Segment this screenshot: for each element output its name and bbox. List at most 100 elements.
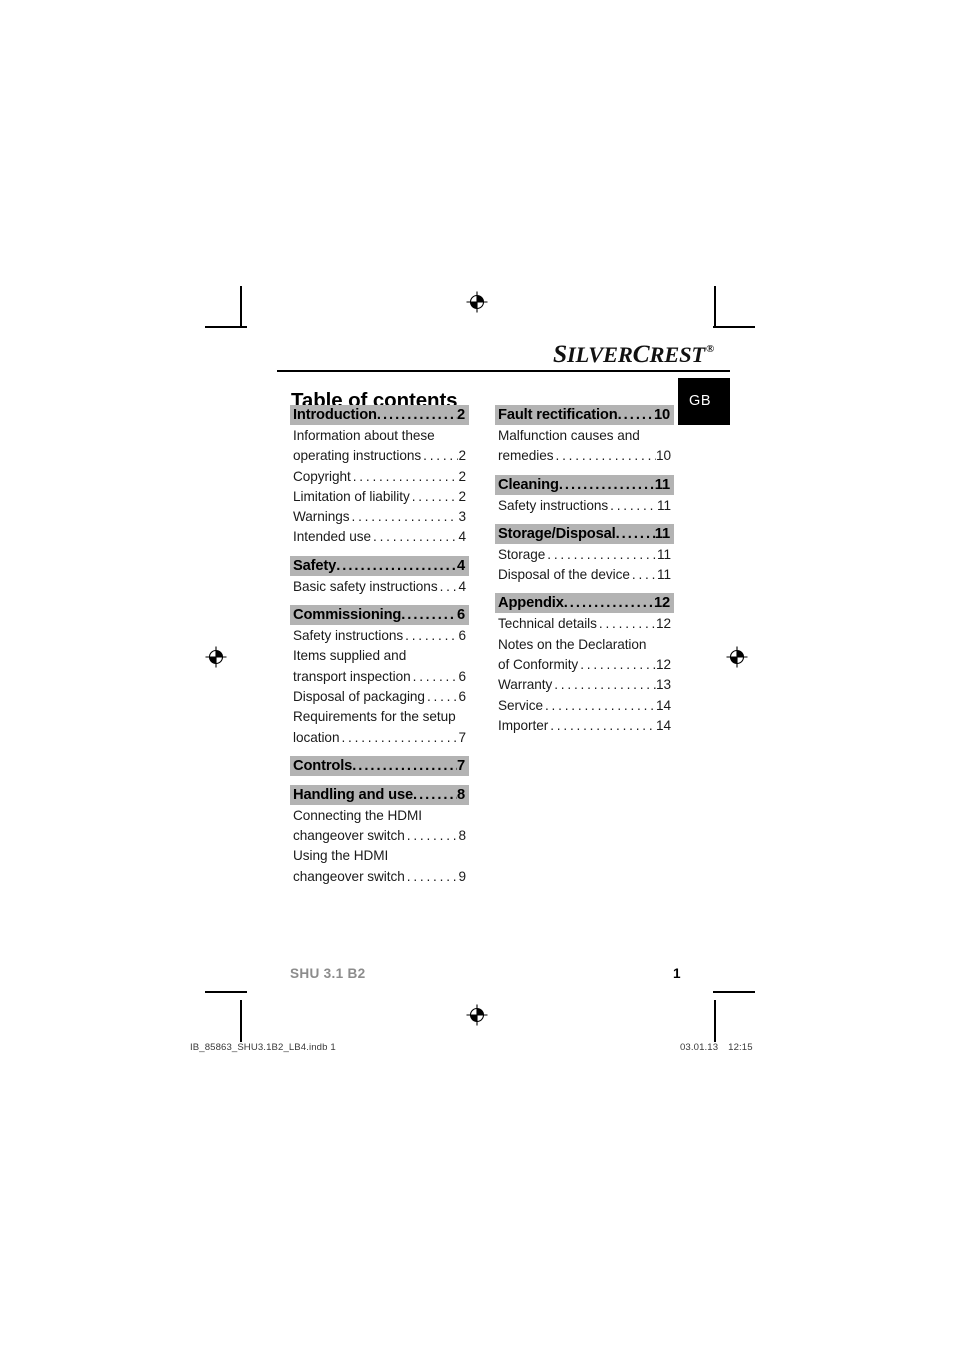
toc-entry-row: Safety instructions.....................…	[495, 496, 674, 516]
toc-section-heading-label: Fault rectification	[498, 407, 618, 423]
toc-section-heading-label: Handling and use	[293, 786, 414, 803]
toc-section: Storage/Disposal........................…	[495, 523, 674, 594]
imposition-timestamp: 03.01.13 12:15	[680, 1042, 753, 1053]
toc-dot-leader: ........................................	[631, 567, 657, 583]
footer-model-name: SHU 3.1 B2	[290, 966, 366, 981]
toc-entry[interactable]: Storage.................................…	[495, 545, 674, 565]
toc-entry-row: Intended use............................…	[290, 527, 469, 547]
toc-entry-label: changeover switch	[293, 868, 405, 884]
toc-section-heading[interactable]: Commissioning...........................…	[290, 605, 469, 626]
toc-entry-label: Safety instructions	[293, 628, 404, 644]
toc-entry-row: remedies................................…	[495, 446, 674, 466]
logo-text-ilver: ILVER	[566, 342, 633, 367]
toc-entry-page: 4	[458, 529, 466, 545]
toc-entry-label-line: Requirements for the setup	[293, 709, 456, 725]
toc-entry-row: location................................…	[290, 728, 469, 748]
toc-dot-leader: ........................................	[352, 468, 459, 484]
imposition-date-value: 03.01.13	[680, 1042, 719, 1053]
toc-section-heading[interactable]: Safety..................................…	[290, 555, 469, 576]
manual-page: SILVERCREST® GB Table of contents Introd…	[241, 302, 730, 1012]
toc-entry[interactable]: Disposal of packaging...................…	[290, 687, 469, 707]
toc-entry-page: 9	[458, 868, 466, 884]
toc-entry-label-line: Items supplied and	[293, 648, 407, 664]
toc-section-heading-label: Safety	[293, 557, 337, 574]
toc-entry[interactable]: Technical details.......................…	[495, 614, 674, 634]
toc-entry[interactable]: Safety instructions.....................…	[290, 626, 469, 646]
toc-entry[interactable]: Malfunction causes and remedies..........…	[495, 426, 674, 467]
toc-entry[interactable]: Information about these operating instruc…	[290, 426, 469, 467]
toc-entry[interactable]: Basic safety instructions...............…	[290, 577, 469, 597]
toc-section: Appendix................................…	[495, 593, 674, 736]
toc-section-heading[interactable]: Handling and use........................…	[290, 784, 469, 805]
toc-entry-row: Basic safety instructions...............…	[290, 577, 469, 597]
toc-section-heading-label: Commissioning	[293, 607, 402, 624]
toc-entry-label: Service	[498, 697, 543, 713]
toc-entry[interactable]: Service.................................…	[495, 696, 674, 716]
toc-section-heading-page: 12	[653, 595, 670, 612]
toc-section-heading-label: Storage/Disposal	[498, 525, 616, 542]
toc-dot-leader: ........................................	[554, 677, 656, 693]
toc-section-heading[interactable]: Appendix................................…	[495, 593, 674, 614]
toc-section-gap	[495, 467, 674, 475]
toc-entry[interactable]: Limitation of liability.................…	[290, 487, 469, 507]
toc-entry-page: 11	[656, 497, 671, 513]
toc-section-gap	[290, 597, 469, 605]
crop-mark-top-right-horizontal	[713, 326, 755, 328]
toc-entry[interactable]: Using the HDMI changeover switch.........…	[290, 846, 469, 887]
toc-entry-label-line: Using the HDMI	[293, 848, 389, 864]
toc-section-gap	[495, 585, 674, 593]
footer-page-number: 1	[673, 966, 681, 981]
logo-letter-s: S	[553, 339, 567, 368]
toc-dot-leader: ........................................	[412, 668, 459, 684]
toc-entry[interactable]: Warranty................................…	[495, 675, 674, 695]
toc-entry-page: 12	[655, 616, 671, 632]
toc-entry[interactable]: Disposal of the device..................…	[495, 565, 674, 585]
toc-dot-leader: ........................................	[563, 595, 654, 612]
toc-entry-row: of Conformity...........................…	[495, 655, 674, 675]
toc-entry-page: 6	[458, 688, 466, 704]
toc-entry-label: Safety instructions	[498, 497, 609, 513]
toc-dot-leader: ........................................	[336, 557, 457, 574]
toc-entry[interactable]: Intended use............................…	[290, 527, 469, 547]
toc-section-heading[interactable]: Introduction............................…	[290, 405, 469, 425]
toc-entry-label: Copyright	[293, 468, 351, 484]
toc-section-heading[interactable]: Storage/Disposal........................…	[495, 523, 674, 544]
toc-dot-leader: ........................................	[550, 717, 656, 733]
toc-entry[interactable]: Connecting the HDMI changeover switch....…	[290, 806, 469, 847]
toc-section-heading[interactable]: Controls................................…	[290, 755, 469, 776]
toc-section: Safety..................................…	[290, 555, 469, 605]
toc-entry[interactable]: Notes on the Declaration of Conformity...…	[495, 635, 674, 676]
toc-section: Fault rectification.....................…	[495, 405, 674, 475]
toc-dot-leader: ........................................	[413, 786, 457, 803]
toc-dot-leader: ........................................	[426, 688, 459, 704]
crop-mark-bottom-right-vertical	[714, 1000, 716, 1042]
toc-entry-page: 4	[458, 578, 466, 594]
toc-entry-row: changeover switch.......................…	[290, 867, 469, 887]
toc-section-heading[interactable]: Cleaning................................…	[495, 474, 674, 495]
toc-entry-label: Intended use	[293, 529, 372, 545]
toc-entry-label-line: Information about these	[293, 428, 435, 443]
toc-section-heading-label: Controls	[293, 757, 353, 774]
toc-entry[interactable]: Warnings................................…	[290, 507, 469, 527]
toc-entry-row: Service.................................…	[495, 696, 674, 716]
toc-dot-leader: ........................................	[376, 407, 457, 423]
toc-entry-row: Limitation of liability.................…	[290, 487, 469, 507]
toc-entry-row: changeover switch.......................…	[290, 826, 469, 846]
toc-entry[interactable]: Importer................................…	[495, 716, 674, 736]
toc-entry[interactable]: Copyright...............................…	[290, 467, 469, 487]
toc-entry[interactable]: Safety instructions.....................…	[495, 496, 674, 516]
toc-section-heading[interactable]: Fault rectification.....................…	[495, 405, 674, 425]
toc-section: Controls................................…	[290, 755, 469, 785]
registration-mark-right-middle	[726, 646, 748, 668]
toc-dot-leader: ........................................	[401, 607, 457, 624]
toc-entry-row: transport inspection....................…	[290, 667, 469, 687]
toc-entry-row: Technical details.......................…	[495, 614, 674, 634]
toc-entry-label: Technical details	[498, 616, 597, 632]
toc-section-heading-page: 11	[654, 525, 670, 542]
toc-entry[interactable]: Requirements for the setup location......…	[290, 707, 469, 748]
toc-entry[interactable]: Items supplied and transport inspection..…	[290, 646, 469, 687]
toc-section-heading-page: 2	[456, 407, 465, 423]
toc-entry-label: Importer	[498, 717, 549, 733]
toc-entry-page: 2	[458, 468, 466, 484]
toc-entry-page: 14	[655, 697, 671, 713]
